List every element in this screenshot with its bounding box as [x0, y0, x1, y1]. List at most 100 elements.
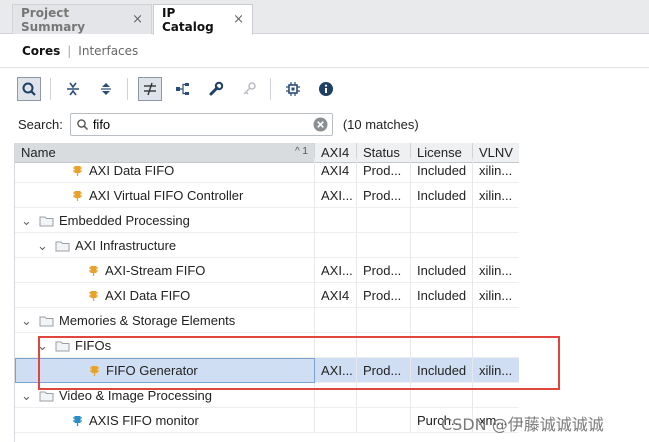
status-cell: [357, 408, 411, 433]
toolbar-separator: [270, 78, 271, 100]
search-row: Search: (10 matches): [0, 110, 649, 138]
ip-row[interactable]: AXI Data FIFO AXI4 Prod... Included xilin...: [15, 283, 519, 308]
ip-row[interactable]: AXI Virtual FIFO Controller AXI... Prod...…: [15, 183, 519, 208]
info-icon: [319, 82, 333, 96]
expand-chevron-icon[interactable]: ⌄: [21, 313, 39, 329]
tab-label: IP Catalog: [162, 5, 214, 34]
close-icon[interactable]: ×: [132, 12, 143, 27]
separator: |: [67, 44, 72, 58]
expand-chevron-icon[interactable]: ⌄: [21, 388, 39, 404]
status-cell: Prod...: [357, 183, 411, 208]
license-cell: [411, 308, 473, 333]
vlnv-cell: [473, 233, 519, 258]
status-cell: [357, 308, 411, 333]
clear-search-icon[interactable]: [313, 117, 328, 132]
row-label: Embedded Processing: [59, 213, 190, 228]
ip-core-icon: [73, 191, 82, 201]
name-cell: ⌄ Embedded Processing: [15, 208, 315, 233]
ip-core-icon: [89, 266, 98, 276]
name-cell: AXIS FIFO monitor: [15, 408, 315, 433]
axi4-cell: [315, 233, 357, 258]
vlnv-cell: xilin...: [473, 158, 519, 183]
cores-tab[interactable]: Cores: [22, 44, 60, 58]
license-button[interactable]: [237, 77, 261, 101]
axi4-cell: [315, 408, 357, 433]
search-icon: [22, 82, 36, 96]
match-count: (10 matches): [342, 116, 419, 132]
expand-chevron-icon[interactable]: ⌄: [37, 238, 55, 254]
collapse-all-button[interactable]: [61, 77, 85, 101]
row-label: AXI Virtual FIFO Controller: [89, 188, 244, 203]
collapse-all-icon: [67, 82, 79, 96]
highlight-box: [38, 336, 560, 390]
filter-button[interactable]: [138, 77, 162, 101]
ip-core-icon: [73, 166, 82, 176]
search-box[interactable]: [69, 112, 333, 136]
axi4-cell: AXI...: [315, 258, 357, 283]
license-cell: Included: [411, 158, 473, 183]
category-row[interactable]: ⌄ AXI Infrastructure: [15, 233, 519, 258]
vlnv-cell: xilin...: [473, 183, 519, 208]
name-cell: ⌄ AXI Infrastructure: [15, 233, 315, 258]
status-cell: Prod...: [357, 258, 411, 283]
category-row[interactable]: ⌄ Memories & Storage Elements: [15, 308, 519, 333]
sort-indicator: ^ 1: [294, 146, 308, 157]
row-label: AXI-Stream FIFO: [105, 263, 206, 278]
tab-project-summary[interactable]: Project Summary ×: [12, 4, 152, 34]
axi4-cell: AXI...: [315, 183, 357, 208]
ip-row[interactable]: AXI Data FIFO AXI4 Prod... Included xilin...: [15, 158, 519, 183]
tab-label: Project Summary: [21, 5, 86, 34]
watermark: CSDN @伊藤诚诚诚诚: [441, 415, 604, 434]
name-cell: AXI Virtual FIFO Controller: [15, 183, 315, 208]
ip-settings-button[interactable]: [281, 77, 305, 101]
wrench-icon: [209, 81, 224, 96]
expand-chevron-icon[interactable]: ⌄: [21, 213, 39, 229]
hierarchy-button[interactable]: [171, 77, 195, 101]
status-cell: Prod...: [357, 283, 411, 308]
search-icon: [77, 118, 88, 130]
tab-ip-catalog[interactable]: IP Catalog ×: [153, 4, 253, 35]
catalog-view-switch: Cores | Interfaces: [0, 35, 649, 68]
ip-core-icon: [73, 416, 82, 426]
vlnv-cell: [473, 208, 519, 233]
axi4-cell: [315, 308, 357, 333]
status-cell: [357, 233, 411, 258]
hierarchy-icon: [176, 83, 189, 95]
row-label: AXI Data FIFO: [89, 163, 175, 178]
interfaces-tab[interactable]: Interfaces: [78, 44, 138, 58]
folder-icon: [39, 216, 54, 226]
row-label: AXI Data FIFO: [105, 288, 191, 303]
ip-catalog-table: Name ^ 1 AXI4 Status License VLNV AXI Da…: [14, 143, 519, 442]
vlnv-cell: [473, 308, 519, 333]
customize-ip-button[interactable]: [204, 77, 228, 101]
folder-icon: [39, 316, 54, 326]
status-cell: Prod...: [357, 158, 411, 183]
axi4-cell: [315, 208, 357, 233]
license-cell: Included: [411, 283, 473, 308]
ip-row[interactable]: AXI-Stream FIFO AXI... Prod... Included xili…: [15, 258, 519, 283]
row-label: Memories & Storage Elements: [59, 313, 236, 328]
toolbar-separator: [50, 78, 51, 100]
category-row[interactable]: ⌄ Embedded Processing: [15, 208, 519, 233]
expand-all-icon: [101, 83, 111, 95]
search-label: Search:: [18, 116, 63, 132]
status-cell: [357, 208, 411, 233]
details-button[interactable]: [314, 77, 338, 101]
search-toggle-button[interactable]: [17, 77, 41, 101]
catalog-toolbar: [0, 72, 649, 106]
vlnv-cell: xilin...: [473, 283, 519, 308]
search-input[interactable]: [70, 114, 271, 134]
close-icon[interactable]: ×: [233, 12, 244, 27]
row-label: Video & Image Processing: [59, 388, 212, 403]
name-cell: ⌄ Memories & Storage Elements: [15, 308, 315, 333]
vlnv-cell: xilin...: [473, 258, 519, 283]
axi4-cell: AXI4: [315, 158, 357, 183]
chip-icon: [286, 82, 300, 96]
toolbar-separator: [127, 78, 128, 100]
folder-icon: [39, 391, 54, 401]
name-cell: AXI Data FIFO: [15, 158, 315, 183]
ip-core-icon: [89, 291, 98, 301]
expand-all-button[interactable]: [94, 77, 118, 101]
license-cell: Included: [411, 258, 473, 283]
name-cell: AXI-Stream FIFO: [15, 258, 315, 283]
